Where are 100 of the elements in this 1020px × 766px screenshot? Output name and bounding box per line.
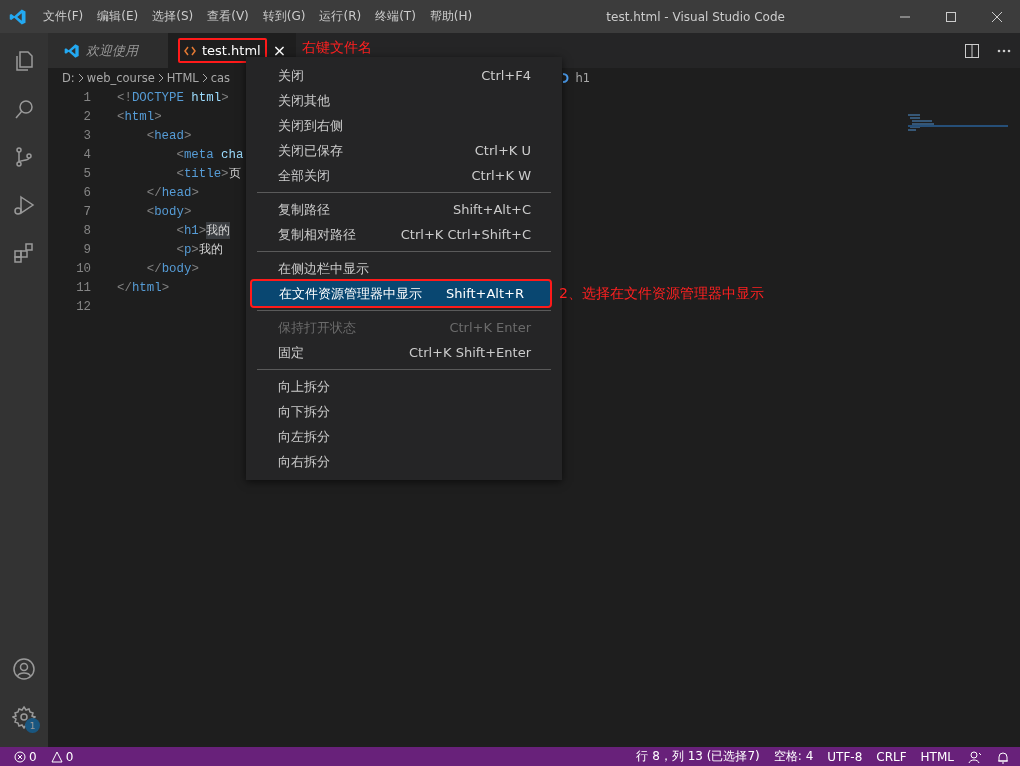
code-brackets-icon [184,45,196,56]
line-number: 11 [75,280,92,295]
annotation-text: 2、选择在文件资源管理器中显示 [559,284,764,303]
code-token: DOCTYPE [131,90,184,105]
chevron-icon [76,73,85,83]
line-number: 3 [82,128,92,143]
status-item[interactable]: 空格: 4 [773,748,814,765]
maximize-icon[interactable] [946,11,956,22]
code-token: head [154,128,184,143]
context-menu-item[interactable]: 复制路径 Shift+Alt+C [251,197,557,222]
code-token: body [154,204,184,219]
chevron-icon [200,73,209,83]
code-token: 我的 [206,222,231,239]
context-menu-item[interactable]: 向左拆分 [251,424,557,449]
code-token: > [191,185,199,200]
code-token: html [124,109,155,124]
close-icon[interactable] [992,11,1002,22]
context-menu-item[interactable]: 关闭其他 [251,88,557,113]
code-token: cha [220,147,244,162]
code-token: head [161,185,192,200]
annotation-text: 右键文件名 [302,39,373,57]
line-number: 10 [75,261,92,276]
code-token: > [183,128,192,143]
line-number: 1 [82,90,92,105]
context-menu-item[interactable]: 关闭已保存 Ctrl+K U [251,138,557,163]
search-icon[interactable] [12,97,36,121]
settings-icon[interactable] [12,705,36,729]
code-token: > [221,90,229,105]
feedback-icon[interactable] [968,749,982,764]
code-token: 页 [228,166,241,182]
code-token: > [183,204,192,219]
breadcrumb-item[interactable]: HTML [166,71,199,85]
breadcrumb-item[interactable]: web_course [86,71,155,85]
code-token: </ [145,185,162,200]
code-token: < [175,242,184,257]
line-number: 7 [82,204,92,219]
context-menu-item[interactable]: 关闭到右侧 [251,113,557,138]
context-menu-item[interactable]: 复制相对路径 Ctrl+K Ctrl+Shift+C [251,222,557,247]
window-title: test.html - Visual Studio Code [605,9,786,24]
editor-tab[interactable]: 欢迎使用 [48,33,168,68]
menu-item[interactable]: 终端(T) [368,8,423,25]
menu-item[interactable]: 文件(F) [36,8,91,25]
status-item[interactable]: HTML [920,749,954,764]
line-number: 6 [82,185,92,200]
status-item[interactable]: CRLF [876,749,907,764]
code-token: > [198,223,207,238]
menu-item[interactable]: 运行(R) [312,8,369,25]
close-icon[interactable]: × [272,41,287,60]
menu-item[interactable]: 选择(S) [145,8,201,25]
code-token: < [175,147,184,162]
status-item[interactable]: UTF-8 [827,749,863,764]
error-count[interactable]: 0 [14,749,37,764]
code-token: </ [117,280,132,295]
context-menu-item[interactable]: 在侧边栏中显示 [251,256,557,281]
code-token: p [183,242,192,257]
context-menu-item[interactable]: 向下拆分 [251,399,557,424]
context-menu-item[interactable]: 全部关闭 Ctrl+K W [251,163,557,188]
line-number: 9 [82,242,92,257]
bell-icon[interactable] [996,749,1010,764]
minimize-icon[interactable] [900,15,910,18]
account-icon[interactable] [12,657,36,681]
code-token: > [191,261,199,276]
code-token: html [131,280,162,295]
vscode-logo-icon [9,7,27,26]
code-token: < [117,109,125,124]
line-number: 12 [75,299,92,314]
context-menu-item[interactable]: 向右拆分 [251,449,557,474]
context-menu-item[interactable]: 向上拆分 [251,374,557,399]
menu-item[interactable]: 查看(V) [200,8,256,25]
warning-count[interactable]: 0 [50,749,74,764]
run-debug-icon[interactable] [12,193,36,217]
line-number: 4 [82,147,92,162]
code-token: < [145,204,155,219]
code-token: < [175,223,184,238]
line-number: 5 [82,166,92,181]
breadcrumb-item[interactable]: h1 [575,71,590,85]
extensions-icon[interactable] [12,241,36,265]
notification-badge: 1 [25,718,40,733]
menu-item[interactable]: 编辑(E) [90,8,146,25]
code-token: 我的 [198,242,223,258]
line-number: 8 [82,223,92,238]
code-token: title [183,166,222,181]
code-token: < [175,166,184,181]
menu-item[interactable]: 转到(G) [255,8,313,25]
code-token: < [145,128,155,143]
code-token: body [161,261,192,276]
code-token: <! [117,90,132,105]
status-item[interactable]: 行 8，列 13 (已选择7) [636,748,760,765]
breadcrumb-item[interactable]: cas [210,71,231,85]
code-token: html [190,90,222,105]
chevron-icon [156,73,165,83]
line-number: 2 [82,109,92,124]
code-token: </ [145,261,162,276]
breadcrumb-item[interactable]: D: [62,71,75,85]
code-token: > [191,242,199,257]
menu-item[interactable]: 帮助(H) [422,8,480,25]
code-token: > [161,280,170,295]
context-menu-item[interactable]: 固定 Ctrl+K Shift+Enter [251,340,557,365]
code-token: > [221,166,229,181]
code-token: h1 [183,223,199,238]
